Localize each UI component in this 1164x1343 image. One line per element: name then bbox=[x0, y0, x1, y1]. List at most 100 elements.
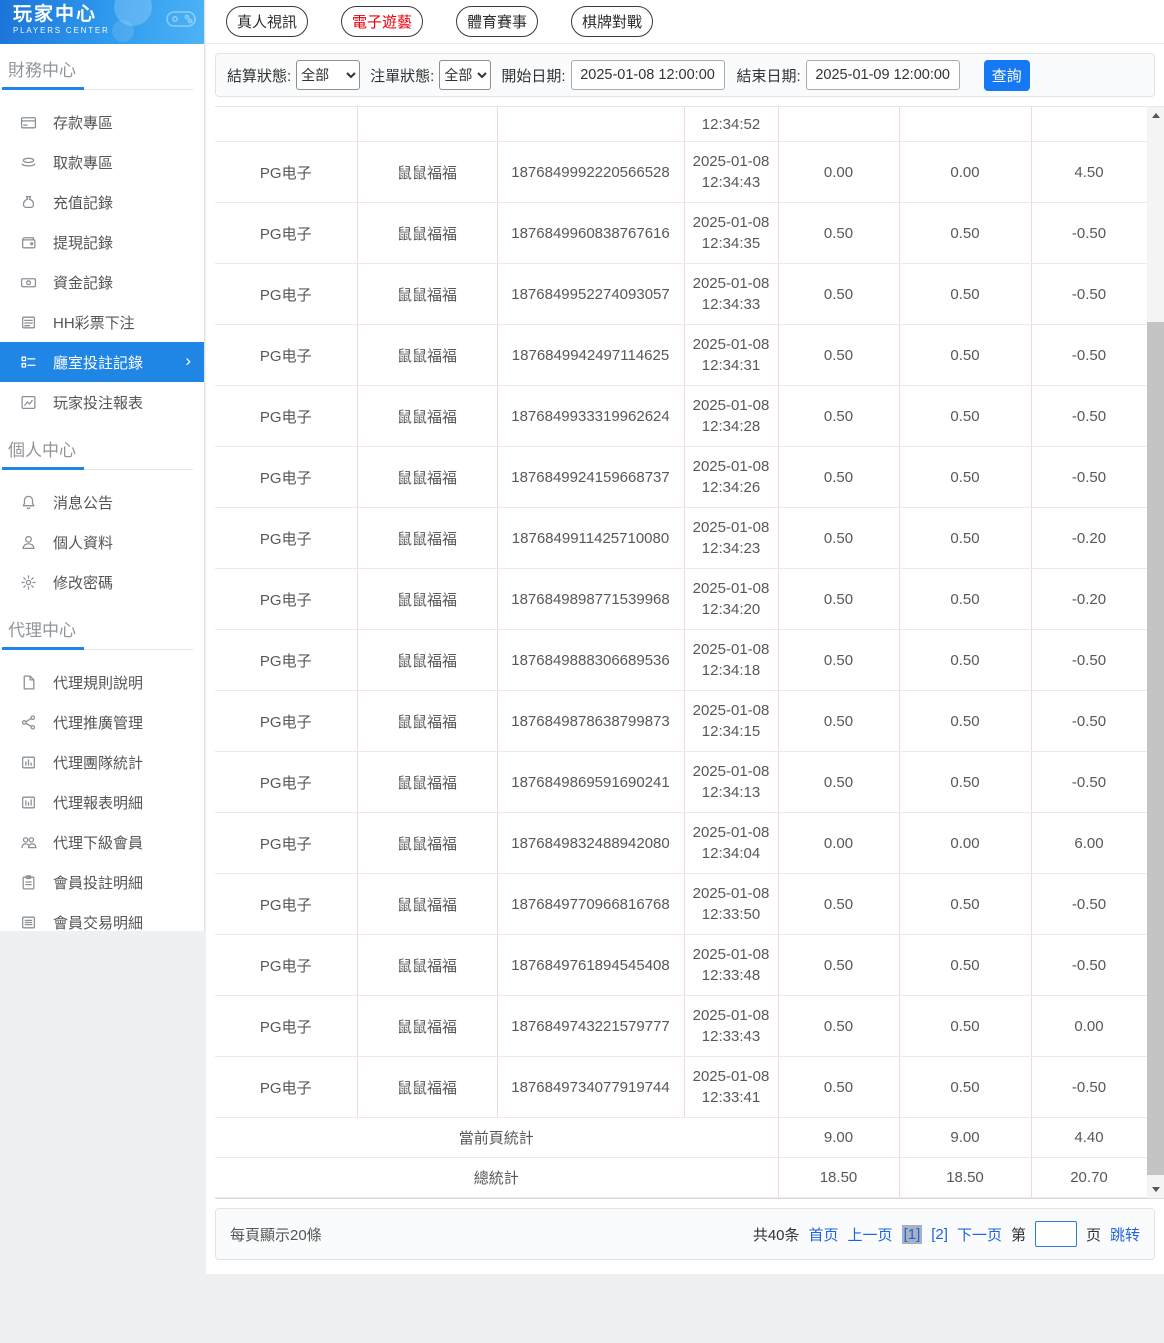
valid-bet-cell: 0.50 bbox=[899, 507, 1032, 569]
prev-page-link[interactable]: 上一页 bbox=[848, 1224, 893, 1245]
sidebar-item-rules-doc[interactable]: 代理規則說明 bbox=[0, 662, 204, 702]
app-title: 玩家中心 bbox=[13, 4, 98, 25]
bet-date: 2025-01-08 bbox=[692, 1007, 770, 1024]
table-scrollbar[interactable] bbox=[1147, 107, 1164, 1198]
game-cell: 鼠鼠福福 bbox=[357, 934, 498, 996]
main-panel: 真人視訊 電子遊藝 體育賽事 棋牌對戰 結算狀態: 全部 注單狀態: 全部 開始日期:… bbox=[206, 0, 1164, 1274]
game-cell: 鼠鼠福福 bbox=[357, 690, 498, 752]
scrollbar-thumb[interactable] bbox=[1147, 322, 1164, 1175]
order-status-select[interactable]: 全部 bbox=[439, 60, 492, 90]
time-cell: 2025-01-08 12:34:35 bbox=[684, 202, 779, 264]
end-date-input[interactable] bbox=[805, 60, 960, 90]
bet-cell: 0.50 bbox=[778, 263, 900, 325]
order-id-cell: 1876849761894545408 bbox=[497, 934, 685, 996]
query-button[interactable]: 查詢 bbox=[983, 59, 1030, 91]
next-page-link[interactable]: 下一页 bbox=[957, 1224, 1002, 1245]
winloss-cell: -0.50 bbox=[1031, 690, 1148, 752]
winloss-cell: -0.20 bbox=[1031, 507, 1148, 569]
table-row: PG电子 鼠鼠福福 1876849952274093057 2025-01-08 12:… bbox=[215, 263, 1148, 325]
sidebar: 玩家中心 PLAYERS CENTER 財務中心 存款專區 取款專區 充值記錄 提現記錄… bbox=[0, 0, 205, 932]
sidebar-item-bell[interactable]: 消息公告 bbox=[0, 482, 204, 522]
bet-cell: 0.50 bbox=[778, 507, 900, 569]
sidebar-item-label: 代理報表明細 bbox=[53, 794, 144, 812]
sidebar-item-label: 代理規則說明 bbox=[53, 674, 144, 692]
chevron-right-icon: › bbox=[185, 351, 191, 370]
first-page-link[interactable]: 首页 bbox=[809, 1224, 839, 1245]
withdraw-record-icon bbox=[20, 234, 37, 251]
sidebar-item-recharge-bag[interactable]: 充值記錄 bbox=[0, 182, 204, 222]
bet-cell bbox=[778, 107, 900, 142]
order-id-cell: 1876849960838767616 bbox=[497, 202, 685, 264]
summary-bet-cell: 18.50 bbox=[778, 1157, 900, 1198]
sidebar-item-room-bet-list[interactable]: 廳室投註記錄 › bbox=[0, 342, 204, 382]
deposit-card-icon bbox=[20, 114, 37, 131]
summary-winloss-cell: 20.70 bbox=[1031, 1157, 1148, 1198]
rules-doc-icon bbox=[20, 674, 37, 691]
jump-button[interactable]: 跳转 bbox=[1110, 1224, 1140, 1245]
platform-cell: PG电子 bbox=[215, 263, 358, 325]
table-row: PG电子 鼠鼠福福 1876849734077919744 2025-01-08 12:… bbox=[215, 1056, 1148, 1118]
sidebar-item-label: 存款專區 bbox=[53, 114, 114, 132]
pagination-bar: 每頁顯示20條 共40条 首页 上一页 [1] [2] 下一页 第 页 跳转 bbox=[215, 1208, 1155, 1260]
game-cell: 鼠鼠福福 bbox=[357, 1056, 498, 1118]
table-row: PG电子 鼠鼠福福 1876849832488942080 2025-01-08 12:… bbox=[215, 812, 1148, 874]
sidebar-item-label: 充值記錄 bbox=[53, 194, 114, 212]
tab-0[interactable]: 真人視訊 bbox=[226, 6, 308, 37]
order-id-cell: 1876849869591690241 bbox=[497, 751, 685, 813]
jump-prefix-label: 第 bbox=[1010, 1226, 1026, 1244]
tab-3[interactable]: 棋牌對戰 bbox=[571, 6, 653, 37]
sidebar-item-label: 會員投註明細 bbox=[53, 874, 144, 892]
bet-date: 2025-01-08 bbox=[692, 519, 770, 536]
scrollbar-up-arrow-icon[interactable] bbox=[1147, 107, 1164, 124]
winloss-cell: -0.50 bbox=[1031, 446, 1148, 508]
sidebar-item-label: HH彩票下注 bbox=[53, 314, 135, 332]
jump-page-input[interactable] bbox=[1034, 1221, 1077, 1247]
game-cell: 鼠鼠福福 bbox=[357, 507, 498, 569]
tab-1-active[interactable]: 電子遊藝 bbox=[341, 6, 423, 37]
start-date-input[interactable] bbox=[570, 60, 725, 90]
sidebar-item-deposit-card[interactable]: 存款專區 bbox=[0, 102, 204, 142]
bet-date: 2025-01-08 bbox=[692, 763, 770, 780]
platform-cell: PG电子 bbox=[215, 324, 358, 386]
platform-cell: PG电子 bbox=[215, 873, 358, 935]
sidebar-item-lottery-doc[interactable]: HH彩票下注 bbox=[0, 302, 204, 342]
valid-bet-cell: 0.00 bbox=[899, 812, 1032, 874]
bet-time: 12:34:33 bbox=[701, 296, 761, 313]
valid-bet-cell: 0.00 bbox=[899, 141, 1032, 203]
sidebar-nav-list: 消息公告 個人資料 修改密碼 bbox=[0, 478, 204, 604]
sidebar-item-member-trade[interactable]: 會員交易明細 bbox=[0, 902, 204, 942]
table-row-clipped: 12:34:52 bbox=[215, 107, 1148, 142]
bet-time: 12:34:26 bbox=[701, 479, 761, 496]
time-cell: 2025-01-08 12:33:41 bbox=[684, 1056, 779, 1118]
scrollbar-down-arrow-icon[interactable] bbox=[1147, 1181, 1164, 1198]
sidebar-nav-list: 代理規則說明代理推廣管理代理團隊統計 代理報表明細代理下級會員會員投註明細會員交易… bbox=[0, 658, 204, 944]
game-cell bbox=[357, 107, 498, 142]
sidebar-item-funds-record[interactable]: 資金記錄 bbox=[0, 262, 204, 302]
table-row: PG电子 鼠鼠福福 1876849761894545408 2025-01-08 12:… bbox=[215, 934, 1148, 996]
filter-bar: 結算狀態: 全部 注單狀態: 全部 開始日期: 結束日期: 查詢 bbox=[215, 53, 1155, 97]
sidebar-item-gear[interactable]: 修改密碼 bbox=[0, 562, 204, 602]
sidebar-item-player-report[interactable]: 玩家投注報表 bbox=[0, 382, 204, 422]
table-row: PG电子 鼠鼠福福 1876849992220566528 2025-01-08 12:… bbox=[215, 141, 1148, 203]
sidebar-item-withdraw-hand[interactable]: 取款專區 bbox=[0, 142, 204, 182]
sidebar-item-withdraw-record[interactable]: 提現記錄 bbox=[0, 222, 204, 262]
table-row: PG电子 鼠鼠福福 1876849942497114625 2025-01-08 12:… bbox=[215, 324, 1148, 386]
time-cell: 2025-01-08 12:34:31 bbox=[684, 324, 779, 386]
order-id-cell: 1876849770966816768 bbox=[497, 873, 685, 935]
sidebar-item-share[interactable]: 代理推廣管理 bbox=[0, 702, 204, 742]
sidebar-item-team-stats[interactable]: 代理團隊統計 bbox=[0, 742, 204, 782]
table-row: PG电子 鼠鼠福福 1876849924159668737 2025-01-08 12:… bbox=[215, 446, 1148, 508]
current-page-indicator[interactable]: [1] bbox=[901, 1224, 923, 1244]
sidebar-item-member-bet[interactable]: 會員投註明細 bbox=[0, 862, 204, 902]
platform-cell: PG电子 bbox=[215, 629, 358, 691]
bet-cell: 0.50 bbox=[778, 751, 900, 813]
sidebar-item-report-detail[interactable]: 代理報表明細 bbox=[0, 782, 204, 822]
platform-cell: PG电子 bbox=[215, 995, 358, 1057]
valid-bet-cell: 0.50 bbox=[899, 202, 1032, 264]
sidebar-item-user[interactable]: 個人資料 bbox=[0, 522, 204, 562]
sidebar-item-label: 代理團隊統計 bbox=[53, 754, 144, 772]
tab-2[interactable]: 體育賽事 bbox=[456, 6, 538, 37]
sidebar-item-members[interactable]: 代理下級會員 bbox=[0, 822, 204, 862]
settle-status-select[interactable]: 全部 bbox=[296, 60, 361, 90]
page-2-link[interactable]: [2] bbox=[931, 1226, 948, 1243]
